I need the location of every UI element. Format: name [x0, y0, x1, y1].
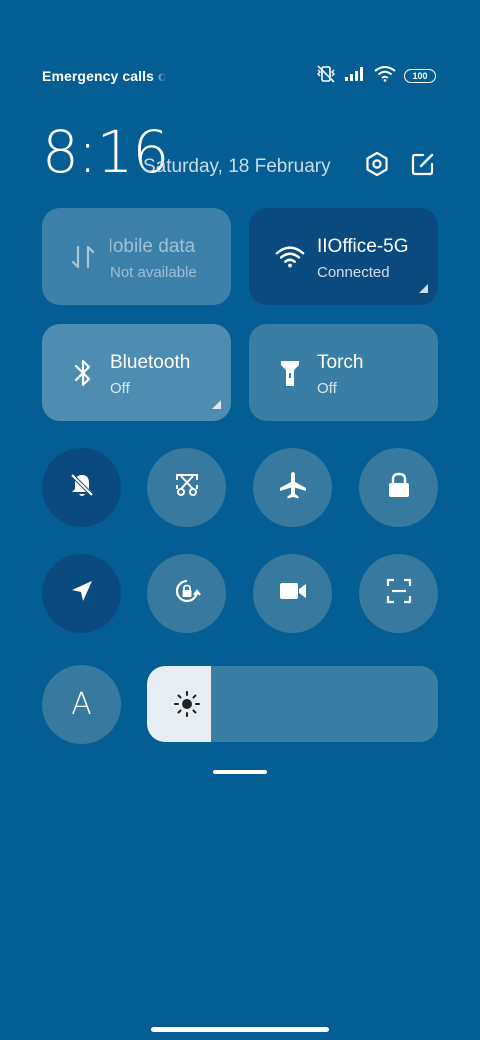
- location-toggle[interactable]: [42, 554, 121, 633]
- torch-icon: [275, 358, 305, 388]
- scanner-toggle[interactable]: [359, 554, 438, 633]
- bluetooth-tile-subtitle: Off: [110, 380, 130, 397]
- rotation-lock-icon: [172, 576, 202, 611]
- wifi-status-icon: [374, 65, 396, 87]
- vibrate-off-icon: [316, 64, 336, 88]
- panel-drag-handle[interactable]: [213, 770, 267, 774]
- battery-icon: 100: [404, 69, 436, 83]
- status-bar: Emergency calls only 100: [42, 64, 436, 88]
- bluetooth-icon: [68, 358, 98, 388]
- carrier-text: Emergency calls only: [42, 68, 166, 84]
- brightness-slider[interactable]: [147, 666, 438, 742]
- scan-frame-icon: [385, 577, 413, 610]
- mobile-data-tile[interactable]: Mobile data Not available: [42, 208, 231, 305]
- torch-tile-subtitle: Off: [317, 380, 337, 397]
- mute-toggle[interactable]: [42, 448, 121, 527]
- torch-tile-title: Torch: [317, 352, 364, 373]
- location-arrow-icon: [69, 578, 95, 609]
- screenshot-toggle[interactable]: [147, 448, 226, 527]
- torch-tile[interactable]: Torch Off: [249, 324, 438, 421]
- auto-brightness-button[interactable]: A: [42, 665, 121, 744]
- edit-icon[interactable]: [409, 150, 437, 178]
- expand-corner-icon[interactable]: [212, 400, 221, 409]
- airplane-icon: [278, 470, 308, 505]
- screen-record-toggle[interactable]: [253, 554, 332, 633]
- video-camera-icon: [278, 580, 308, 607]
- wifi-icon: [275, 242, 305, 272]
- bluetooth-tile-title: Bluetooth: [110, 352, 191, 373]
- auto-brightness-icon: A: [71, 687, 92, 722]
- wifi-tile-subtitle: Connected: [317, 264, 390, 281]
- wifi-tile-title: IIOffice-5G: [317, 236, 409, 257]
- settings-hexagon-icon[interactable]: [363, 150, 391, 178]
- bell-off-icon: [68, 471, 96, 504]
- mobile-data-title: Mobile data: [110, 236, 196, 257]
- lock-toggle[interactable]: [359, 448, 438, 527]
- navigation-gesture-bar[interactable]: [151, 1027, 329, 1032]
- bluetooth-tile[interactable]: Bluetooth Off: [42, 324, 231, 421]
- status-icons: 100: [316, 64, 436, 88]
- rotation-lock-toggle[interactable]: [147, 554, 226, 633]
- data-arrows-icon: [68, 242, 98, 272]
- scissors-screenshot-icon: [173, 471, 201, 504]
- lock-icon: [386, 471, 412, 504]
- signal-icon: [344, 66, 366, 87]
- mobile-data-subtitle: Not available: [110, 264, 197, 281]
- expand-corner-icon[interactable]: [419, 284, 428, 293]
- wifi-tile[interactable]: IIOffice-5G Connected: [249, 208, 438, 305]
- date-text: Saturday, 18 February: [143, 156, 331, 177]
- airplane-toggle[interactable]: [253, 448, 332, 527]
- sun-icon: [173, 690, 201, 718]
